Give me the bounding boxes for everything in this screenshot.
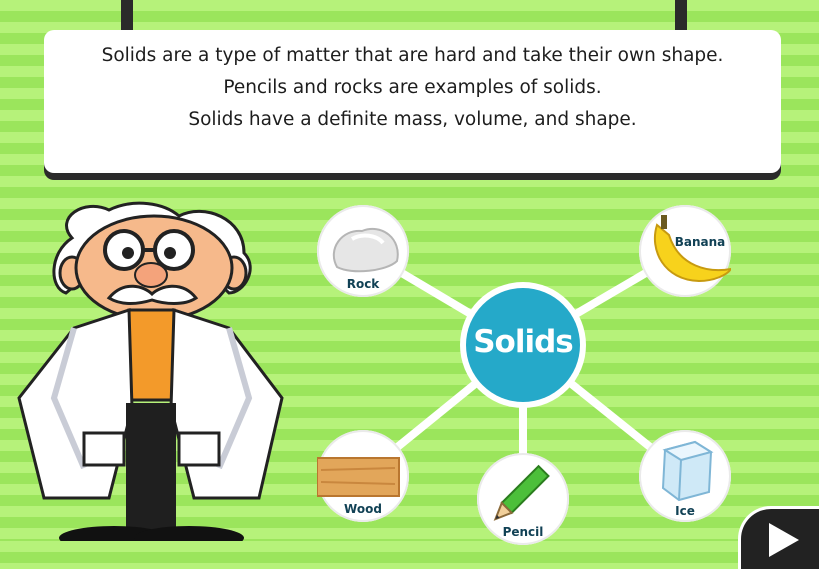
play-next-icon [769,523,799,557]
hub-label: Solids [473,324,574,360]
next-button[interactable] [741,509,819,569]
node-label-banana: Banana [674,235,726,249]
node-ice[interactable]: Ice [639,430,731,522]
pencil-icon [493,464,550,521]
node-rock[interactable]: Rock [317,205,409,297]
ice-cube-icon [661,440,714,502]
node-pencil[interactable]: Pencil [477,453,569,545]
node-wood[interactable]: Wood [317,430,409,522]
node-label-ice: Ice [675,504,695,518]
banana-icon [653,215,731,283]
scientist-character [17,201,284,541]
node-label-rock: Rock [346,277,380,291]
concept-hub-solids: Solids [466,288,580,402]
node-label-wood: Wood [344,502,382,516]
node-banana[interactable]: Banana [639,205,731,297]
rock-icon [332,228,399,273]
node-label-pencil: Pencil [502,525,544,539]
